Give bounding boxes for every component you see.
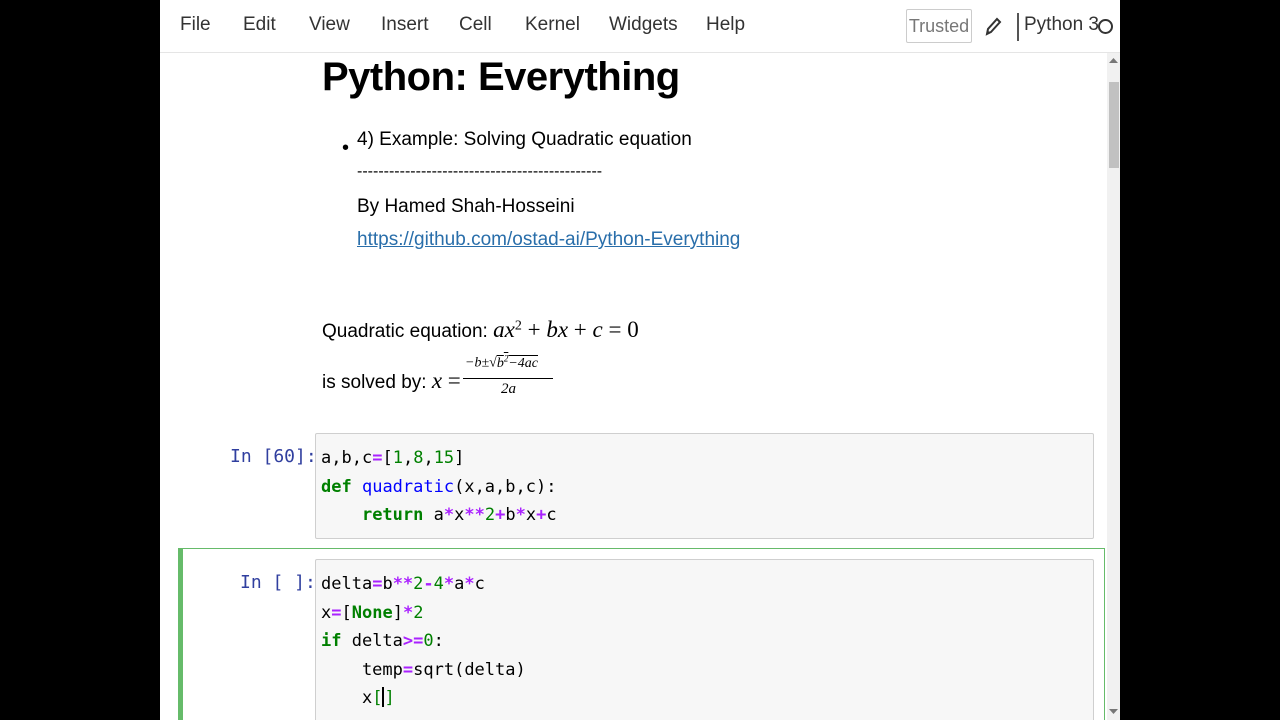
code-line: x=[None]*2 [321, 602, 424, 623]
equation-label: Quadratic equation: [322, 321, 494, 342]
bullet-marker: • [342, 137, 350, 159]
menu-insert[interactable]: Insert [381, 14, 429, 36]
notebook-title: Python: Everything [322, 55, 680, 99]
scrollbar[interactable] [1107, 52, 1120, 720]
bullet-text: 4) Example: Solving Quadratic equation [357, 129, 692, 150]
menu-widgets[interactable]: Widgets [609, 14, 678, 36]
pencil-icon[interactable] [984, 16, 1002, 38]
code-line: a,b,c=[1,8,15] [321, 448, 465, 468]
scroll-up-arrow-icon[interactable] [1107, 55, 1120, 65]
repo-link-text[interactable]: https://github.com/ostad-ai/Python-Every… [357, 229, 740, 250]
code-cell-input[interactable]: delta=b**2-4*a*c x=[None]*2 if delta>=0:… [315, 559, 1094, 720]
repo-link[interactable]: https://github.com/ostad-ai/Python-Every… [357, 229, 740, 251]
code-cell-input[interactable]: a,b,c=[1,8,15] def quadratic(x,a,b,c): r… [315, 433, 1094, 539]
menu-cell[interactable]: Cell [459, 14, 492, 36]
code-line: if delta>=0: [321, 631, 444, 651]
menu-edit[interactable]: Edit [243, 14, 276, 36]
cell-prompt: In [ ]: [240, 572, 316, 593]
menu-help[interactable]: Help [706, 14, 745, 36]
solution-line: is solved by: x = [322, 368, 461, 393]
menu-kernel[interactable]: Kernel [525, 14, 580, 36]
code-line: x[] [321, 687, 395, 708]
menubar: File Edit View Insert Cell Kernel Widget… [160, 0, 1120, 53]
solution-label: is solved by: [322, 372, 432, 393]
trusted-indicator[interactable]: Trusted [906, 9, 972, 43]
code-line: delta=b**2-4*a*c [321, 574, 485, 594]
author-text: By Hamed Shah-Hosseini [357, 196, 575, 217]
menu-view[interactable]: View [309, 14, 350, 36]
code-editor[interactable]: delta=b**2-4*a*c x=[None]*2 if delta>=0:… [321, 570, 526, 713]
code-line: def quadratic(x,a,b,c): [321, 476, 557, 497]
scroll-down-arrow-icon[interactable] [1107, 707, 1120, 717]
code-line: return a*x**2+b*x+c [361, 505, 557, 525]
kernel-idle-icon [1098, 19, 1113, 34]
quadratic-formula: −b±√b2−4ac 2a [463, 351, 555, 401]
code-line: temp=sqrt(delta) [321, 659, 526, 680]
cell-prompt: In [60]: [230, 446, 317, 467]
menu-file[interactable]: File [180, 14, 211, 36]
scroll-thumb[interactable] [1109, 82, 1119, 168]
kernel-name[interactable]: Python 3 [1024, 14, 1099, 36]
separator-line: ----------------------------------------… [357, 163, 603, 180]
quadratic-equation-line: Quadratic equation: ax2 + bx + c = 0 [322, 317, 639, 342]
notebook-page: File Edit View Insert Cell Kernel Widget… [160, 0, 1120, 720]
kernel-separator [1017, 13, 1019, 41]
code-editor[interactable]: a,b,c=[1,8,15] def quadratic(x,a,b,c): r… [321, 444, 557, 530]
